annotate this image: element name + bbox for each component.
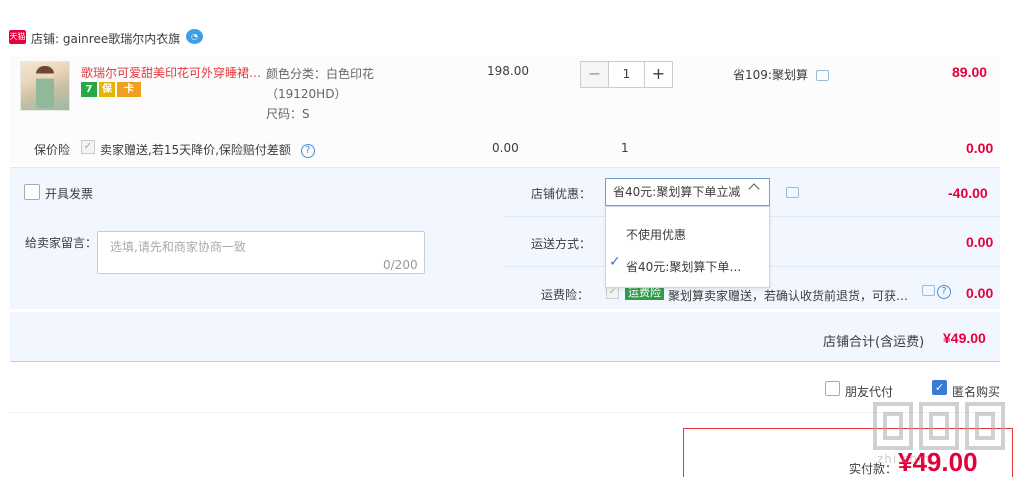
message-label: 给卖家留言： (25, 236, 98, 250)
watermark-text: zhi.com (877, 452, 931, 466)
shop-discount-select[interactable]: 省40元:聚划算下单立减 (605, 178, 770, 206)
service-icons: 7 保 卡 (81, 82, 141, 97)
insurance-price: 0.00 (492, 141, 519, 155)
watermark-logo (873, 402, 1005, 450)
quantity-input[interactable]: 1 (608, 61, 645, 88)
shop-subtotal-label: 店铺合计(含运费) (823, 335, 925, 350)
quantity-increase-button[interactable]: + (645, 61, 673, 88)
insurance-description: 卖家赠送,若15天降价,保险赔付差额 (100, 143, 291, 157)
message-placeholder: 选填,请先和商家协商一致 (110, 240, 246, 254)
item-total: 89.00 (952, 64, 988, 80)
friend-pay-checkbox[interactable] (825, 381, 840, 396)
freight-insurance-text: 聚划算卖家赠送，若确认收货前退货，可获保险赔付 (668, 289, 910, 303)
shop-name[interactable]: 店铺: gainree歌瑞尔内衣旗 (31, 30, 180, 47)
unit-price: 198.00 (487, 64, 529, 78)
item-discount-text: 省109:聚划算 (733, 68, 808, 82)
sku-color: 颜色分类：白色印花（19120HD） (266, 67, 375, 101)
shop-discount-label: 店铺优惠： (531, 187, 592, 201)
item-sku: 颜色分类：白色印花（19120HD） 尺码：S (266, 64, 436, 124)
dropdown-option-no-discount[interactable]: 不使用优惠 (626, 226, 686, 243)
item-discount-label: 省109:聚划算 (733, 66, 829, 83)
item-title[interactable]: 歌瑞尔可爱甜美印花可外穿睡裙女夏季短袖连衣裙 (81, 64, 263, 81)
insurance-text: 卖家赠送,若15天降价,保险赔付差额 ? (100, 141, 315, 158)
freight-insurance-label: 运费险： (541, 288, 590, 302)
check-icon: ✓ (609, 254, 621, 270)
insurance-help-icon[interactable]: ? (300, 143, 315, 158)
insurance-qty: 1 (621, 141, 629, 155)
shipping-total: 0.00 (966, 234, 994, 250)
insurance-checkbox[interactable]: ✓ (81, 140, 95, 154)
discount-chat-icon[interactable] (786, 187, 799, 198)
shop-subtotal-amount: ¥49.00 (943, 330, 986, 346)
freight-help-icon[interactable]: ? (937, 285, 951, 299)
discount-chat-icon[interactable] (815, 70, 829, 81)
quantity-stepper: − 1 + (580, 61, 673, 88)
freight-chat-icon[interactable] (922, 285, 935, 296)
dropdown-option-40-off[interactable]: 省40元:聚划算下单立减 (626, 258, 744, 275)
message-char-count: 0/200 (383, 258, 418, 272)
invoice-label[interactable]: 开具发票 (45, 185, 93, 202)
quantity-decrease-button[interactable]: − (580, 61, 608, 88)
freight-icons: ? (922, 285, 951, 299)
divider (10, 412, 1000, 413)
shipping-label: 运送方式： (531, 237, 592, 251)
shop-discount-dropdown (605, 206, 770, 288)
insurance-total: 0.00 (966, 140, 994, 156)
shop-discount-total: -40.00 (948, 185, 988, 201)
chat-icon[interactable]: ◔ (186, 29, 203, 44)
guarantee-icon: 保 (99, 82, 115, 97)
tmall-badge: 天猫 (9, 30, 26, 44)
invoice-checkbox[interactable] (24, 184, 40, 200)
card-payment-icon: 卡 (117, 82, 141, 97)
freight-insurance-total: 0.00 (966, 285, 994, 301)
insurance-label: 保价险 (34, 143, 71, 157)
product-thumbnail[interactable] (20, 61, 70, 111)
sku-size: 尺码：S (266, 107, 310, 121)
anonymous-purchase-checkbox[interactable]: ✓ (932, 380, 947, 395)
seven-day-return-icon: 7 (81, 82, 97, 97)
